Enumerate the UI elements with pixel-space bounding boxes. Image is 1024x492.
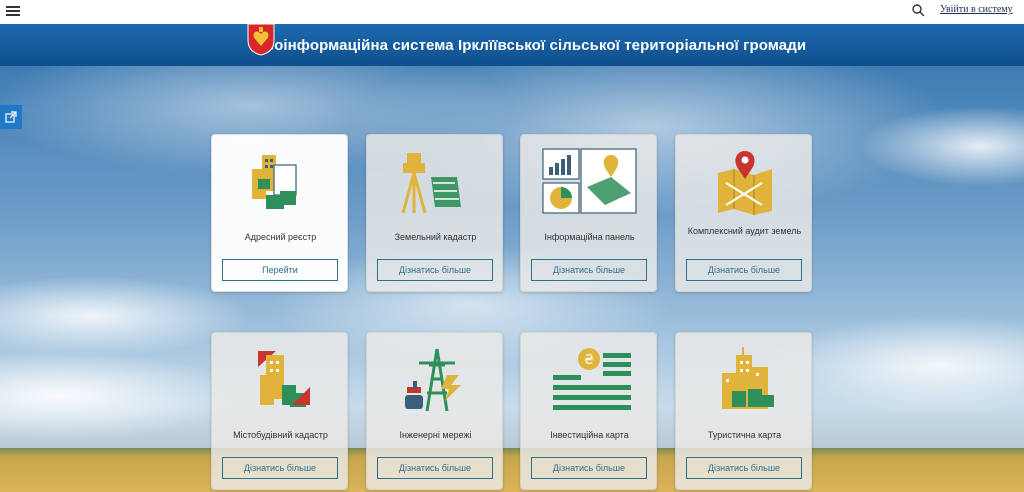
page-title: Геоінформаційна система Ірклїївської сіл… <box>257 36 807 54</box>
card-investment-map[interactable]: ₴ Інвестиційна карта Дізнатись більше <box>520 332 657 490</box>
top-bar: Увійти в систему <box>0 0 1024 24</box>
learn-more-button[interactable]: Дізнатись більше <box>531 457 647 479</box>
buildings-icon <box>252 155 297 209</box>
card-label: Адресний реєстр <box>244 232 317 242</box>
card-tourist-map[interactable]: Туристична карта Дізнатись більше <box>675 332 812 490</box>
open-button[interactable]: Перейти <box>222 259 338 281</box>
search-icon[interactable] <box>911 3 925 19</box>
card-land-cadastre[interactable]: Земельний кадастр Дізнатись більше <box>366 134 503 292</box>
wheat-field <box>0 448 1024 492</box>
card-label: Земельний кадастр <box>394 232 477 242</box>
card-label: Туристична карта <box>707 430 782 440</box>
card-label: Інформаційна панель <box>544 232 635 242</box>
learn-more-button[interactable]: Дізнатись більше <box>222 457 338 479</box>
menu-icon[interactable] <box>6 4 20 18</box>
card-label: Комплексний аудит земель <box>687 226 802 236</box>
card-land-audit[interactable]: Комплексний аудит земель Дізнатись більш… <box>675 134 812 292</box>
card-engineering-networks[interactable]: Інженерні мережі Дізнатись більше <box>366 332 503 490</box>
coin-stack-icon: ₴ <box>553 348 631 410</box>
learn-more-button[interactable]: Дізнатись більше <box>531 259 647 281</box>
power-tower-icon <box>405 348 461 412</box>
card-label: Містобудівний кадастр <box>233 430 328 440</box>
card-label: Інженерні мережі <box>399 430 472 440</box>
hero-background <box>0 66 1024 492</box>
card-address-registry[interactable]: Адресний реєстр Перейти <box>211 134 348 292</box>
login-link[interactable]: Увійти в систему <box>940 4 1013 15</box>
learn-more-button[interactable]: Дізнатись більше <box>377 457 493 479</box>
coat-of-arms-icon <box>247 23 275 56</box>
share-icon <box>5 111 17 123</box>
learn-more-button[interactable]: Дізнатись більше <box>377 259 493 281</box>
svg-text:₴: ₴ <box>584 353 594 368</box>
map-pin-icon <box>718 151 772 215</box>
share-button[interactable] <box>0 105 22 129</box>
tourist-city-icon <box>722 347 774 409</box>
header-banner: Геоінформаційна система Ірклїївської сіл… <box>0 24 1024 66</box>
card-label: Інвестиційна карта <box>550 430 629 440</box>
surveyor-icon <box>401 153 461 214</box>
card-info-panel[interactable]: Інформаційна панель Дізнатись більше <box>520 134 657 292</box>
card-urban-cadastre[interactable]: Містобудівний кадастр Дізнатись більше <box>211 332 348 490</box>
urban-planning-icon <box>258 351 310 407</box>
dashboard-icon <box>542 148 637 214</box>
learn-more-button[interactable]: Дізнатись більше <box>686 457 802 479</box>
learn-more-button[interactable]: Дізнатись більше <box>686 259 802 281</box>
